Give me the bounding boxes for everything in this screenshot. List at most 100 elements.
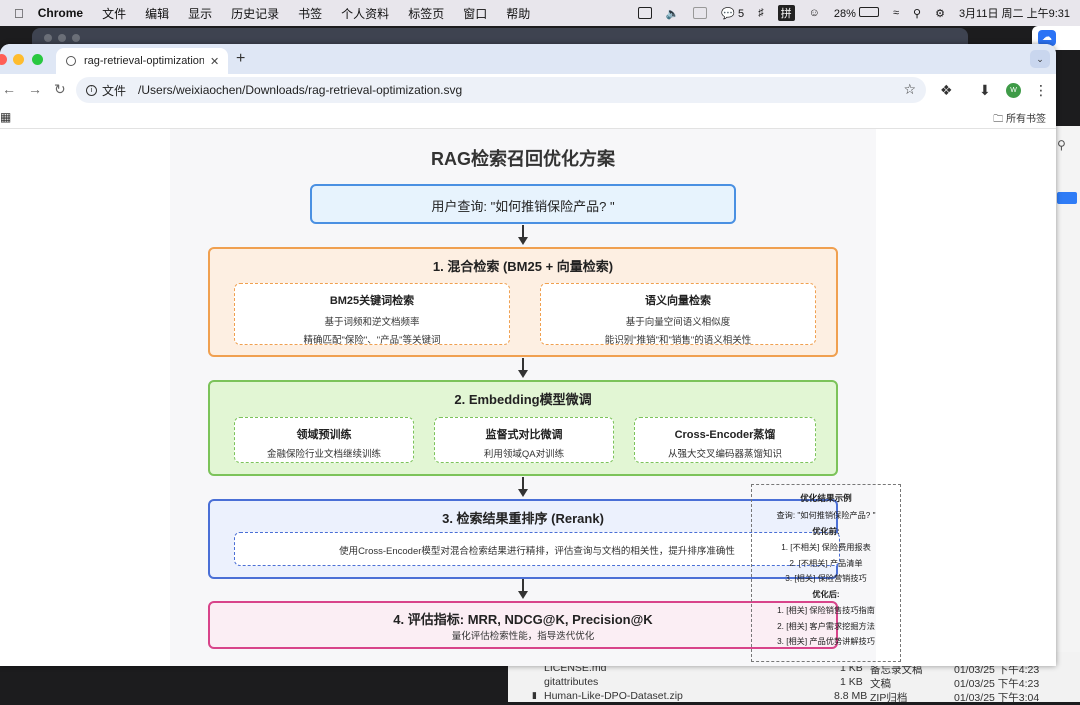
background-side-panel: ⚲ (1052, 126, 1080, 676)
flow-arrow (518, 225, 528, 245)
bookmarks-bar: ▦ 🗀 所有书签 (0, 106, 1056, 129)
bm25-card: BM25关键词检索 基于词频和逆文档频率 精确匹配"保险"、"产品"等关键词 (234, 283, 510, 346)
bg-window-zoom-dot (72, 34, 80, 42)
file-name: gitattributes (544, 676, 599, 688)
input-method-icon[interactable]: 拼 (777, 5, 795, 21)
vector-line1: 基于向量空间语义相似度 (625, 317, 731, 328)
file-date: 01/03/25 下午3:04 (954, 692, 1040, 704)
vector-card: 语义向量检索 基于向量空间语义相似度 能识别"推销"和"销售"的语义相关性 (540, 283, 816, 346)
menu-file[interactable]: 文件 (102, 5, 126, 22)
search-icon: ⚲ (1057, 138, 1066, 152)
wechat-icon[interactable]: 💬 5 (721, 7, 744, 20)
distill-title: Cross-Encoder蒸馏 (674, 429, 776, 441)
new-tab-button[interactable]: + (236, 50, 245, 68)
clock[interactable]: 3月11日 周二 上午9:31 (959, 5, 1070, 21)
rerank-line: 使用Cross-Encoder模型对混合检索结果进行精排，评估查询与文档的相关性… (339, 546, 735, 557)
bm25-line2: 精确匹配"保险"、"产品"等关键词 (303, 335, 441, 346)
bookmark-star-icon[interactable]: ☆ (903, 81, 916, 98)
pretrain-card: 领域预训练 金融保险行业文档继续训练 (234, 417, 414, 463)
menu-bookmarks[interactable]: 书签 (298, 5, 322, 22)
step3-box: 3. 检索结果重排序 (Rerank) 使用Cross-Encoder模型对混合… (208, 499, 840, 579)
zip-icon: ▮ (532, 690, 537, 700)
after-label: 优化后: (812, 590, 840, 599)
vector-line2: 能识别"推销"和"销售"的语义相关性 (604, 335, 752, 346)
tab-title: rag-retrieval-optimization.svg (84, 55, 204, 67)
step1-title: 1. 混合检索 (BM25 + 向量检索) (432, 259, 614, 274)
tab-strip: rag-retrieval-optimization.svg ✕ + ⌄ (0, 44, 1056, 74)
all-bookmarks[interactable]: 🗀 所有书签 (993, 110, 1046, 129)
battery-indicator[interactable]: 28% (833, 6, 879, 20)
all-bookmarks-label: 所有书签 (1006, 114, 1046, 125)
display-icon[interactable] (693, 7, 708, 19)
before-item: 3. [相关] 保险营销技巧 (785, 574, 867, 583)
file-kind: ZIP归档 (870, 692, 908, 704)
file-kind: 文稿 (870, 678, 891, 690)
contrastive-title: 监督式对比微调 (485, 429, 563, 441)
menu-edit[interactable]: 编辑 (145, 5, 169, 22)
control-center-icon[interactable]: ⚙ (935, 7, 945, 20)
close-tab-icon[interactable]: ✕ (210, 55, 219, 68)
user-icon[interactable]: ☺ (809, 7, 820, 19)
close-window-button[interactable] (0, 54, 7, 65)
profile-avatar[interactable]: W (1006, 83, 1021, 98)
battery-percent: 28% (833, 7, 856, 20)
bg-window-min-dot (58, 34, 66, 42)
menu-view[interactable]: 显示 (188, 5, 212, 22)
selected-item-highlight (1057, 192, 1077, 204)
after-item: 3. [相关] 产品优势讲解技巧 (777, 637, 875, 646)
zoom-window-button[interactable] (32, 54, 43, 65)
wifi-icon[interactable]: ≈ (893, 7, 899, 19)
browser-toolbar: ← → ↻ i 文件 /Users/weixiaochen/Downloads/… (0, 74, 1056, 106)
apps-grid-icon[interactable]: ▦ (0, 110, 11, 124)
file-name: Human-Like-DPO-Dataset.zip (544, 690, 683, 702)
file-row[interactable]: gitattributes 1 KB 文稿 01/03/25 下午4:23 (544, 676, 1064, 690)
apple-icon[interactable]:  (14, 6, 24, 21)
download-icon[interactable]: ⬇ (979, 82, 991, 99)
tab-search-button[interactable]: ⌄ (1030, 50, 1050, 68)
before-label: 优化前: (812, 527, 840, 536)
vector-title: 语义向量检索 (645, 295, 711, 307)
menu-history[interactable]: 历史记录 (231, 5, 279, 22)
step4-box: 4. 评估指标: MRR, NDCG@K, Precision@K 量化评估检索… (208, 601, 838, 649)
distill-line: 从强大交叉编码器蒸馏知识 (667, 449, 782, 460)
more-menu-icon[interactable]: ⋮ (1034, 82, 1048, 99)
volume-icon[interactable]: 🔈 (666, 7, 680, 20)
macos-menubar:  Chrome 文件 编辑 显示 历史记录 书签 个人资料 标签页 窗口 帮助… (0, 0, 1080, 26)
bm25-title: BM25关键词检索 (329, 295, 415, 307)
forward-arrow-icon[interactable]: → (28, 81, 42, 97)
screen-mirror-icon[interactable] (637, 7, 652, 19)
battery-icon (858, 6, 879, 17)
menu-tabs[interactable]: 标签页 (408, 5, 444, 22)
example-title: 优化结果示例 (800, 493, 852, 503)
example-panel: 优化结果示例 查询: "如何推销保险产品? " 优化前: 1. [不相关] 保险… (751, 484, 901, 662)
rerank-card: 使用Cross-Encoder模型对混合检索结果进行精排，评估查询与文档的相关性… (234, 532, 840, 566)
flow-arrow (518, 579, 528, 599)
step4-line: 量化评估检索性能，指导迭代优化 (451, 631, 595, 642)
after-item: 1. [相关] 保险销售技巧指南 (777, 606, 875, 615)
reload-icon[interactable]: ↻ (54, 81, 66, 98)
file-size: 1 KB (840, 676, 863, 688)
info-icon[interactable]: i (86, 84, 97, 96)
address-bar[interactable]: i 文件 /Users/weixiaochen/Downloads/rag-re… (76, 77, 926, 103)
diagram-title: RAG检索召回优化方案 (431, 149, 615, 169)
menu-app-name[interactable]: Chrome (38, 6, 83, 20)
back-arrow-icon[interactable]: ← (2, 81, 16, 97)
extensions-icon[interactable]: ❖ (940, 82, 953, 99)
menu-window[interactable]: 窗口 (463, 5, 487, 22)
spotlight-icon[interactable]: ⚲ (913, 7, 921, 20)
flow-arrow (518, 358, 528, 378)
step3-title: 3. 检索结果重排序 (Rerank) (442, 511, 604, 526)
wechat-count: 5 (738, 7, 745, 20)
tab-active[interactable]: rag-retrieval-optimization.svg ✕ (56, 48, 228, 74)
file-size: 8.8 MB (834, 690, 868, 702)
example-query: 查询: "如何推销保险产品? " (776, 511, 876, 520)
step1-box: 1. 混合检索 (BM25 + 向量检索) BM25关键词检索 基于词频和逆文档… (208, 247, 838, 357)
menu-help[interactable]: 帮助 (506, 5, 530, 22)
step4-title: 4. 评估指标: MRR, NDCG@K, Precision@K (393, 612, 653, 627)
bm25-line1: 基于词频和逆文档频率 (324, 317, 420, 328)
menu-profiles[interactable]: 个人资料 (341, 5, 389, 22)
bluetooth-icon[interactable]: ♯ (758, 7, 764, 19)
minimize-window-button[interactable] (13, 54, 24, 65)
step2-title: 2. Embedding模型微调 (454, 392, 592, 407)
query-box: 用户查询: "如何推销保险产品? " (310, 184, 736, 224)
